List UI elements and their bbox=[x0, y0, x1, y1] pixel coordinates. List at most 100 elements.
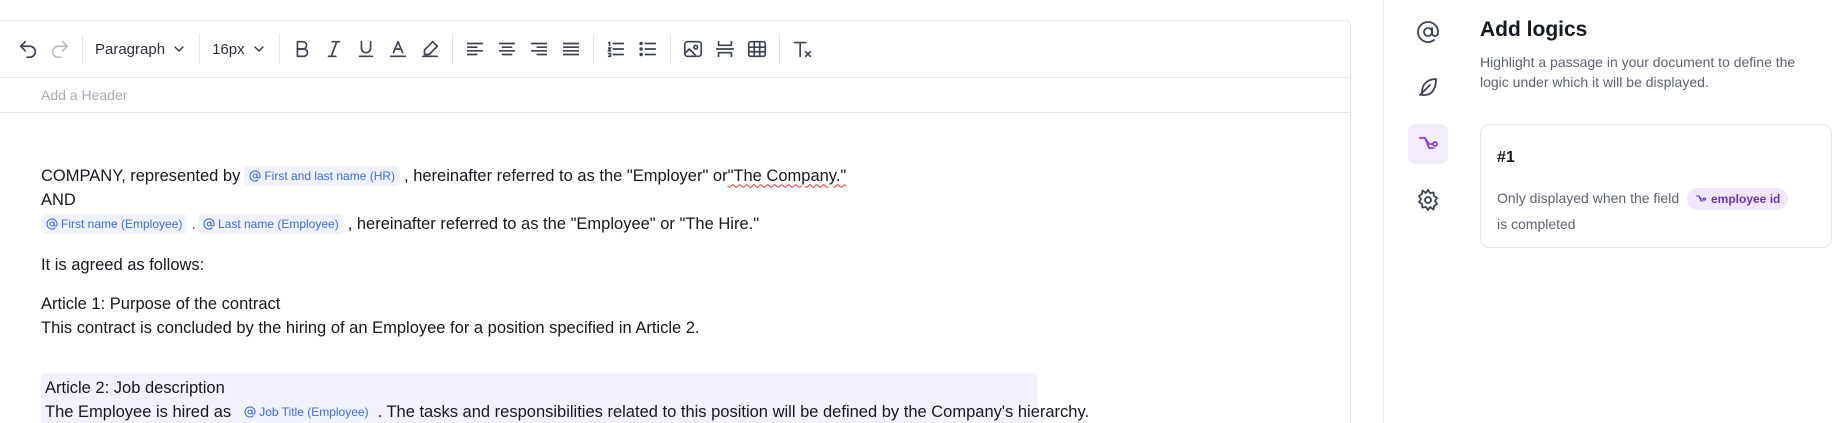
field-chip[interactable]: employee id bbox=[1687, 188, 1789, 211]
align-left-icon bbox=[466, 42, 483, 56]
highlight-button[interactable] bbox=[414, 33, 446, 65]
toolbar-divider bbox=[82, 34, 83, 64]
font-size-value: 16px bbox=[212, 40, 245, 58]
align-center-button[interactable] bbox=[491, 33, 523, 65]
text-run: . The tasks and responsibilities related… bbox=[377, 402, 1090, 421]
text-run: Article 2: Job description bbox=[45, 378, 225, 397]
highlighter-icon bbox=[421, 40, 438, 58]
bold-icon bbox=[296, 40, 308, 58]
align-justify-icon bbox=[562, 42, 579, 56]
page-break-icon bbox=[715, 40, 734, 58]
toolbar-divider bbox=[278, 34, 280, 64]
panel-title: Add logics bbox=[1480, 18, 1588, 41]
text-run: AND bbox=[41, 190, 76, 209]
editor: Paragraph 16px Add a Header COMPANY, rep… bbox=[0, 0, 1351, 423]
italic-button[interactable] bbox=[318, 33, 350, 65]
toolbar-divider bbox=[592, 34, 594, 64]
variable-chip[interactable]: First name (Employee) bbox=[41, 214, 188, 234]
align-center-icon bbox=[498, 42, 515, 56]
logic-branch-icon bbox=[1695, 195, 1707, 202]
feather-icon bbox=[1419, 78, 1437, 96]
ordered-list-button[interactable] bbox=[600, 33, 632, 65]
spell-mark: . bbox=[191, 214, 196, 233]
rail-item-logics[interactable] bbox=[1408, 124, 1448, 164]
paragraph: The Employee is hired as Job Title (Empl… bbox=[45, 401, 1089, 423]
app: Paragraph 16px Add a Header COMPANY, rep… bbox=[0, 0, 1836, 423]
text-run-quoted: "The Company." bbox=[727, 166, 847, 185]
text-run: , hereinafter referred to as the "Employ… bbox=[404, 166, 728, 185]
undo-button[interactable] bbox=[12, 33, 44, 65]
clear-format-button[interactable] bbox=[786, 33, 818, 65]
panel-description: Highlight a passage in your document to … bbox=[1480, 54, 1796, 90]
bullet-list-button[interactable] bbox=[632, 33, 664, 65]
logic-card[interactable]: #1 Only displayed when the field employe… bbox=[1480, 124, 1832, 248]
paragraph: It is agreed as follows: bbox=[41, 254, 204, 276]
block-format-select[interactable]: Paragraph bbox=[89, 33, 193, 65]
page-break-button[interactable] bbox=[709, 33, 741, 65]
rail-item-settings[interactable] bbox=[1408, 180, 1448, 220]
logic-text-before: Only displayed when the field bbox=[1497, 190, 1680, 206]
header-input[interactable]: Add a Header bbox=[0, 78, 1350, 113]
logic-card-condition: Only displayed when the field employee i… bbox=[1497, 185, 1817, 237]
italic-icon bbox=[327, 40, 340, 58]
text-run: The Employee is hired as bbox=[45, 402, 232, 421]
redo-button[interactable] bbox=[44, 33, 76, 65]
text-run: , hereinafter referred to as the "Employ… bbox=[347, 214, 760, 233]
logic-card-number: #1 bbox=[1497, 149, 1515, 166]
panel-divider bbox=[1383, 0, 1384, 423]
variable-chip-label: Last name (Employee) bbox=[217, 217, 339, 231]
variable-chip-label: First and last name (HR) bbox=[264, 169, 396, 183]
paragraph: This contract is concluded by the hiring… bbox=[41, 317, 700, 339]
insert-image-button[interactable] bbox=[677, 33, 709, 65]
toolbar-divider bbox=[669, 34, 671, 64]
align-right-icon bbox=[530, 42, 547, 56]
logic-branch-icon bbox=[1419, 137, 1438, 149]
paragraph: Article 2: Job description bbox=[45, 377, 225, 399]
insert-table-button[interactable] bbox=[741, 33, 773, 65]
underline-icon bbox=[358, 40, 373, 58]
field-chip-label: employee id bbox=[1711, 192, 1781, 207]
at-sign-icon bbox=[46, 218, 58, 230]
bullet-list-icon bbox=[638, 41, 656, 57]
text-run: It is agreed as follows: bbox=[41, 255, 205, 274]
paragraph: COMPANY, represented by First and last n… bbox=[41, 165, 846, 187]
text-color-icon bbox=[389, 40, 406, 58]
rail-item-variables[interactable] bbox=[1408, 12, 1448, 52]
paragraph: Article 1: Purpose of the contract bbox=[41, 293, 280, 315]
at-sign-icon bbox=[203, 218, 215, 230]
text-run: Article 1: Purpose of the contract bbox=[41, 294, 281, 313]
variable-chip[interactable]: First and last name (HR) bbox=[244, 166, 401, 186]
text-run: This contract is concluded by the hiring… bbox=[41, 318, 700, 337]
text-color-button[interactable] bbox=[382, 33, 414, 65]
variable-chip[interactable]: Job Title (Employee) bbox=[239, 402, 374, 422]
toolbar-divider bbox=[451, 34, 453, 64]
align-right-button[interactable] bbox=[523, 33, 555, 65]
editor-card: Paragraph 16px Add a Header COMPANY, rep… bbox=[0, 20, 1351, 423]
variable-chip-label: Job Title (Employee) bbox=[259, 405, 369, 419]
undo-icon bbox=[19, 40, 37, 59]
image-icon bbox=[683, 40, 702, 58]
rail-item-signature[interactable] bbox=[1408, 67, 1448, 107]
block-format-value: Paragraph bbox=[95, 40, 166, 58]
toolbar-divider bbox=[778, 34, 780, 64]
variable-chip-label: First name (Employee) bbox=[61, 217, 183, 231]
redo-icon bbox=[51, 40, 69, 59]
at-sign-icon bbox=[249, 170, 261, 182]
underline-button[interactable] bbox=[350, 33, 382, 65]
align-justify-button[interactable] bbox=[555, 33, 587, 65]
gear-icon bbox=[1418, 189, 1438, 211]
variable-chip[interactable]: Last name (Employee) bbox=[197, 214, 344, 234]
toolbar: Paragraph 16px bbox=[0, 21, 1350, 78]
paragraph: AND bbox=[41, 189, 76, 211]
ordered-list-icon bbox=[606, 41, 624, 58]
align-left-button[interactable] bbox=[459, 33, 491, 65]
font-size-select[interactable]: 16px bbox=[206, 33, 273, 65]
chevron-down-icon bbox=[174, 46, 184, 52]
bold-button[interactable] bbox=[286, 33, 318, 65]
logic-text-after: is completed bbox=[1497, 216, 1576, 232]
paragraph: First name (Employee) . Last name (Emplo… bbox=[41, 213, 759, 235]
at-sign-icon bbox=[244, 406, 256, 418]
clear-format-icon bbox=[793, 41, 811, 58]
at-sign-icon bbox=[1417, 21, 1439, 43]
toolbar-divider bbox=[199, 34, 201, 64]
